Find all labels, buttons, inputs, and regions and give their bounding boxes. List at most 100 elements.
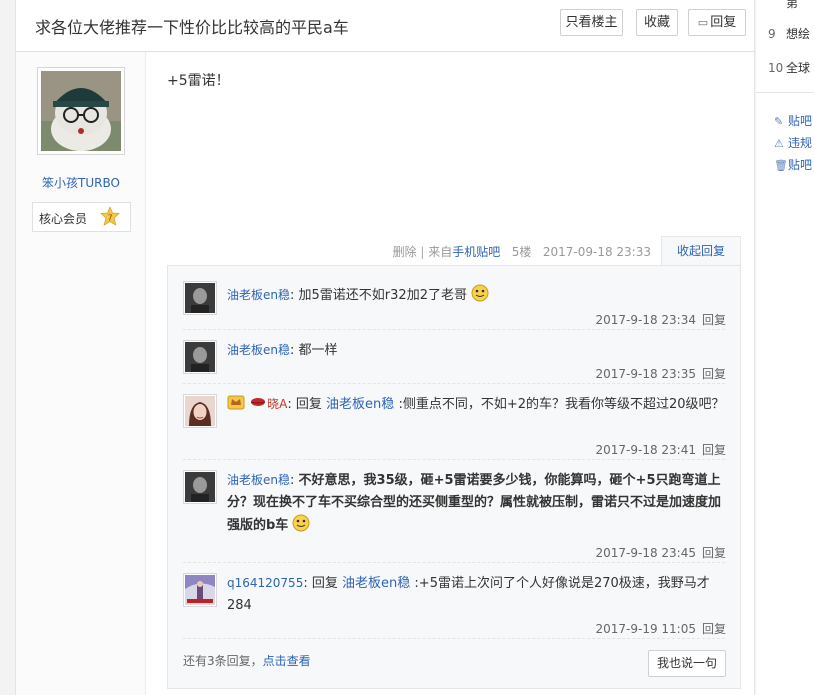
comment-time: 2017-9-18 23:34 [595, 313, 696, 327]
commenter-avatar[interactable] [183, 340, 217, 374]
comment-reply-link[interactable]: 回复 [702, 367, 726, 381]
comment-reply-link[interactable]: 回复 [702, 546, 726, 560]
sidebar-link[interactable]: ⚠ 违规 [774, 134, 812, 151]
commenter-avatar[interactable] [183, 394, 217, 428]
comment-sep: : [290, 343, 295, 358]
emoji-face-icon [292, 514, 310, 532]
comment-meta: 2017-9-18 23:34 回复 [595, 311, 726, 328]
comment-user[interactable]: 晓A [267, 397, 287, 411]
floor-number: 5楼 [511, 245, 532, 259]
rank-number: 9 [768, 27, 776, 41]
comment-body: 油老板en稳: 都一样 [227, 339, 727, 362]
comment-sep: : [303, 576, 308, 591]
from-label: 来自 [428, 245, 453, 259]
comment-time: 2017-9-18 23:41 [595, 443, 696, 457]
avatar-image [185, 396, 215, 426]
sidebar-link-label: 贴吧 [788, 158, 813, 172]
comment-user[interactable]: q164120755 [227, 576, 303, 590]
comment-user[interactable]: 油老板en稳 [227, 473, 290, 487]
reply-to-user[interactable]: 油老板en稳 [342, 576, 410, 591]
comment-reply-link[interactable]: 回复 [702, 313, 726, 327]
delete-link[interactable]: 删除 [393, 245, 417, 259]
crown-badge-icon [227, 395, 245, 410]
comment-user[interactable]: 油老板en稳 [227, 343, 290, 357]
avatar-image [185, 575, 215, 605]
sidebar-divider [756, 92, 814, 93]
avatar-image [185, 283, 215, 313]
comment-text: 加5雷诺还不如r32加2了老哥 [298, 288, 467, 303]
comment-meta: 2017-9-18 23:35 回复 [595, 365, 726, 382]
comment-body: 油老板en稳: 加5雷诺还不如r32加2了老哥 [227, 284, 727, 307]
rank-item[interactable]: 9 想绘 [768, 25, 810, 42]
commenter-avatar[interactable] [183, 470, 217, 504]
commenter-avatar[interactable] [183, 281, 217, 315]
main-column: 求各位大佬推荐一下性价比比较高的平民a车 只看楼主 收藏 ▭ 回复 笨小孩TURB… [15, 0, 755, 695]
level-star-icon: 7 [100, 207, 120, 226]
rank-text: 想绘 [786, 27, 811, 41]
divider [183, 562, 725, 563]
comment-reply-link[interactable]: 回复 [702, 443, 726, 457]
member-badge[interactable]: 核心会员 7 [32, 202, 131, 232]
post-content: +5雷诺！ [167, 73, 230, 89]
avatar-image [185, 472, 215, 502]
rank-number: 10 [768, 61, 784, 75]
sidebar-link-label: 违规 [788, 136, 813, 150]
commenter-avatar[interactable] [183, 573, 217, 607]
comment-sep: : [287, 397, 292, 412]
comment-reply-link[interactable]: 回复 [702, 622, 726, 636]
trash-icon: 🗑 [774, 159, 788, 172]
comment-list: 油老板en稳: 加5雷诺还不如r32加2了老哥 2017-9-18 23:34 回… [167, 265, 741, 689]
divider [183, 638, 725, 639]
rank-item[interactable]: 第 [768, 0, 798, 11]
comment-meta: 2017-9-18 23:45 回复 [595, 544, 726, 561]
comment-meta: 2017-9-19 11:05 回复 [595, 620, 726, 637]
author-avatar[interactable] [37, 67, 125, 155]
sidebar-link[interactable]: ✎ 贴吧 [774, 112, 812, 129]
divider [183, 329, 725, 330]
source-link[interactable]: 手机贴吧 [452, 245, 500, 259]
rank-item[interactable]: 10 全球 [768, 59, 810, 76]
sidebar-link-label: 贴吧 [788, 114, 813, 128]
comment-text: 都一样 [298, 343, 338, 358]
comment-sep: : [290, 288, 295, 303]
rank-text: 全球 [786, 61, 811, 75]
comment-time: 2017-9-19 11:05 [595, 622, 696, 636]
rank-text: 第 [786, 0, 799, 10]
edit-icon: ✎ [774, 115, 784, 128]
collapse-replies-button[interactable]: 收起回复 [661, 236, 741, 266]
member-label: 核心会员 [39, 212, 88, 226]
reply-word: 回复 [295, 397, 322, 412]
meta-separator: | [420, 245, 425, 259]
report-icon: ⚠ [774, 137, 784, 150]
lips-icon [251, 398, 266, 406]
author-pane: 笨小孩TURBO 核心会员 7 [16, 52, 146, 695]
divider [183, 383, 725, 384]
reply-button[interactable]: ▭ 回复 [688, 9, 746, 36]
comment-time: 2017-9-18 23:45 [595, 546, 696, 560]
comment-time: 2017-9-18 23:35 [595, 367, 696, 381]
comment-body: q164120755: 回复 油老板en稳 :+5雷诺上次问了个人好像说是270… [227, 572, 727, 617]
view-more-link[interactable]: 点击查看 [263, 654, 311, 668]
say-something-button[interactable]: 我也说一句 [648, 650, 726, 677]
sidebar-link[interactable]: 🗑贴吧 [774, 156, 812, 173]
thread-title: 求各位大佬推荐一下性价比比较高的平民a车 [35, 18, 349, 37]
only-op-button[interactable]: 只看楼主 [560, 9, 623, 36]
divider [183, 459, 725, 460]
comment-meta: 2017-9-18 23:41 回复 [595, 441, 726, 458]
comment-user[interactable]: 油老板en稳 [227, 288, 290, 302]
author-name[interactable]: 笨小孩TURBO [16, 174, 146, 191]
reply-button-label: 回复 [710, 15, 737, 30]
more-replies: 还有3条回复，点击查看 [183, 652, 311, 669]
level-number: 7 [107, 214, 112, 223]
reply-to-user[interactable]: 油老板en稳 [326, 397, 394, 412]
reply-word: 回复 [311, 576, 338, 591]
comment-icon: ▭ [697, 16, 709, 29]
comment-body: 油老板en稳: 不好意思，我35级，砸+5雷诺要多少钱，你能算吗，砸个+5只跑弯… [227, 469, 727, 537]
more-replies-text: 还有3条回复， [183, 654, 263, 668]
comment-body: 晓A: 回复 油老板en稳 :侧重点不同，不如+2的车？我看你等级不超过20级吧… [227, 393, 727, 416]
thread-header: 求各位大佬推荐一下性价比比较高的平民a车 只看楼主 收藏 ▭ 回复 [16, 0, 754, 52]
post-meta: 删除 | 来自手机贴吧 5楼 2017-09-18 23:33 [393, 243, 651, 260]
favorite-button[interactable]: 收藏 [636, 9, 678, 36]
cat-avatar-image [41, 71, 121, 151]
right-sidebar: 第 9 想绘 10 全球 ✎ 贴吧 ⚠ 违规 🗑贴吧 [756, 0, 814, 695]
